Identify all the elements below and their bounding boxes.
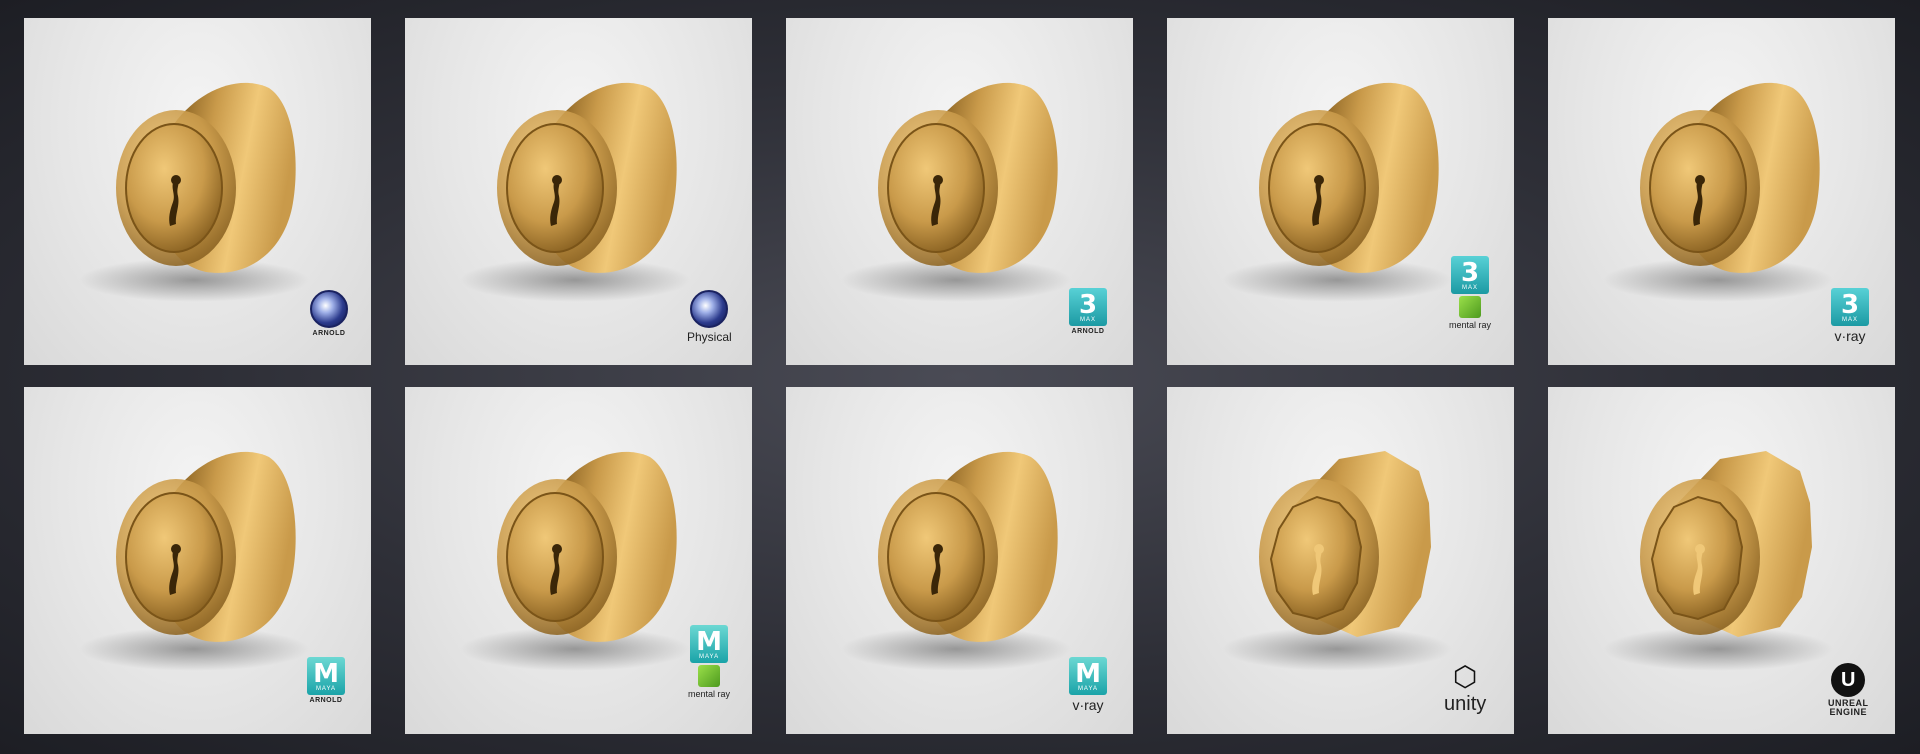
floor-shadow — [1603, 627, 1833, 671]
software-badge: ARNOLD — [310, 290, 348, 337]
mentalray-logo-icon — [1459, 296, 1482, 318]
arnold-logo-icon: ARNOLD — [1071, 328, 1105, 335]
renderer-label: Physical — [687, 330, 732, 344]
arnold-logo-icon: ARNOLD — [312, 330, 346, 337]
cinema4d-logo-icon — [310, 290, 348, 328]
maya-logo-icon: M MAYA — [1069, 657, 1107, 695]
software-badge: M MAYA ARNOLD — [307, 657, 345, 704]
keyhole-top — [552, 175, 562, 185]
3dsmax-logo-icon: 3 MAX — [1831, 288, 1869, 326]
arnold-logo-icon: ARNOLD — [309, 697, 343, 704]
render-tile-max-mentalray: 3 MAX mental ray — [1167, 18, 1514, 365]
render-tile-unity: ⬡ unity — [1167, 387, 1514, 734]
keyhole-top — [1695, 544, 1705, 554]
render-tile-max-vray: 3 MAX v·ray — [1548, 18, 1895, 365]
render-tile-maya-vray: M MAYA v·ray — [786, 387, 1133, 734]
vray-logo-icon: v·ray — [1072, 697, 1104, 713]
3dsmax-logo-icon: 3 MAX — [1069, 288, 1107, 326]
renderer-label: mental ray — [688, 689, 731, 699]
render-tile-maya-arnold: M MAYA ARNOLD — [24, 387, 371, 734]
software-badge: 3 MAX ARNOLD — [1069, 288, 1107, 335]
maya-logo-icon: M MAYA — [690, 625, 729, 663]
software-badge: 3 MAX mental ray — [1449, 256, 1491, 330]
vray-logo-icon: v·ray — [1834, 328, 1866, 344]
software-badge: M MAYA mental ray — [688, 625, 730, 699]
keyhole-top — [552, 544, 562, 554]
unreal-logo-icon: U — [1831, 663, 1866, 697]
software-badge: ⬡ unity — [1444, 663, 1486, 716]
maya-logo-icon: M MAYA — [307, 657, 345, 695]
keyhole-top — [933, 175, 943, 185]
keyhole-top — [1314, 175, 1324, 185]
software-badge: U UNREAL ENGINE — [1828, 663, 1869, 718]
renderer-label: mental ray — [1449, 320, 1492, 330]
software-badge: 3 MAX v·ray — [1831, 288, 1869, 344]
keyhole-top — [171, 175, 181, 185]
keyhole-top — [171, 544, 181, 554]
render-tile-c4d-physical: Physical — [405, 18, 752, 365]
unity-logo-icon: ⬡ — [1452, 661, 1478, 692]
renderer-label: unity — [1444, 693, 1487, 715]
render-tile-maya-mentalray: M MAYA mental ray — [405, 387, 752, 734]
mentalray-logo-icon — [698, 665, 721, 687]
software-badge: M MAYA v·ray — [1069, 657, 1107, 713]
floor-shadow — [1222, 627, 1452, 671]
keyhole-top — [1695, 175, 1705, 185]
render-tile-max-arnold: 3 MAX ARNOLD — [786, 18, 1133, 365]
render-tile-unreal: U UNREAL ENGINE — [1548, 387, 1895, 734]
renderer-label: UNREAL ENGINE — [1828, 698, 1869, 718]
render-tile-c4d-arnold: ARNOLD — [24, 18, 371, 365]
3dsmax-logo-icon: 3 MAX — [1451, 256, 1490, 294]
engine-word: ENGINE — [1829, 707, 1867, 718]
keyhole-top — [1314, 544, 1324, 554]
cinema4d-logo-icon — [690, 290, 729, 328]
software-badge: Physical — [687, 290, 732, 344]
render-comparison-grid: ARNOLD Physical 3 MAX ARNOLD 3 MAX menta… — [0, 0, 1920, 754]
keyhole-top — [933, 544, 943, 554]
